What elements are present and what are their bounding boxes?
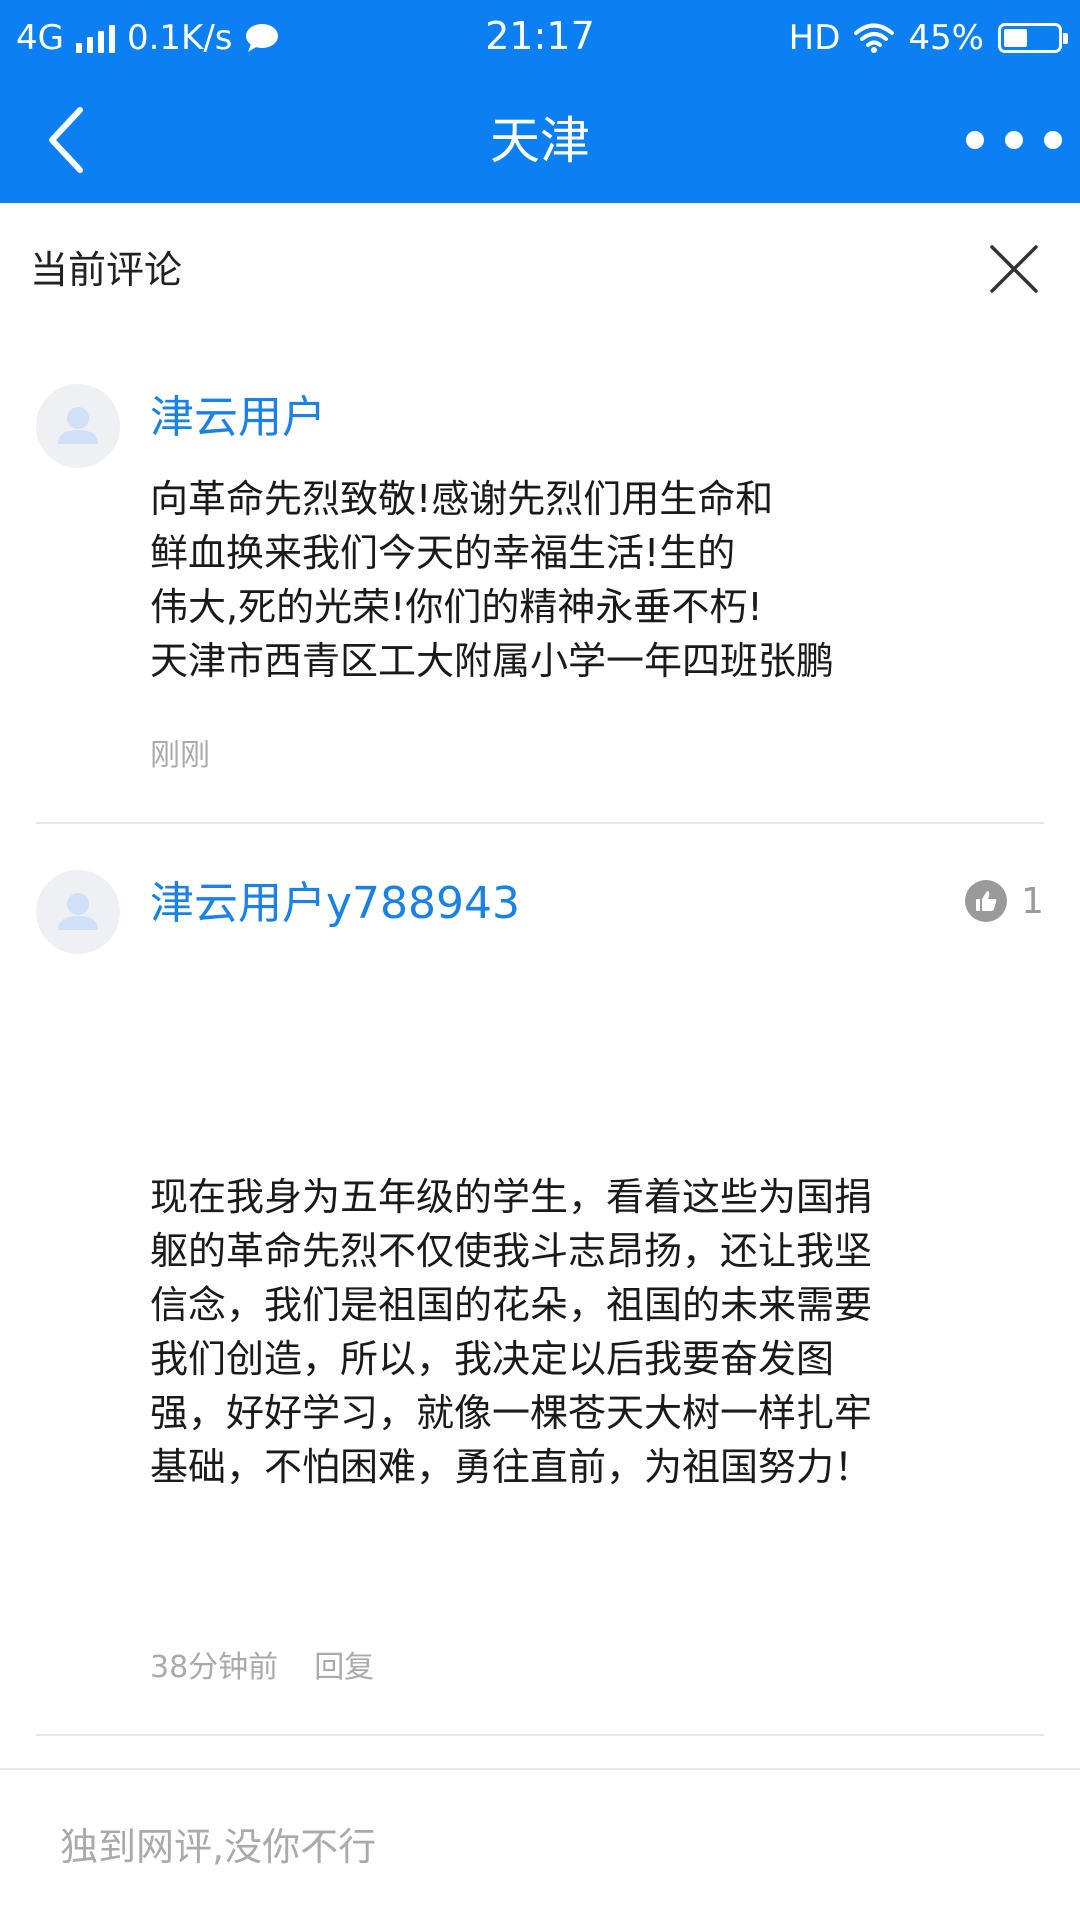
- comment-line: 天津市西青区工大附属小学一年四班张鹏: [150, 639, 835, 683]
- comment-username[interactable]: 津云用户: [150, 388, 326, 448]
- status-right: HD 45%: [788, 14, 1068, 62]
- comment-line: 现在我身为五年级的学生，看着这些为国捐: [150, 1175, 873, 1219]
- battery-percent: 45%: [908, 18, 984, 58]
- close-icon[interactable]: [988, 243, 1040, 295]
- avatar[interactable]: [36, 384, 120, 468]
- section-header: 当前评论: [0, 203, 1080, 333]
- battery-icon: [998, 23, 1068, 53]
- comment-time: 刚刚: [150, 738, 210, 773]
- section-title: 当前评论: [30, 248, 183, 292]
- reply-link[interactable]: 回复: [314, 1648, 374, 1688]
- wifi-icon: [854, 23, 895, 53]
- comment-meta: 38分钟前 回复: [150, 1648, 374, 1688]
- comment-meta: 刚刚: [150, 736, 210, 776]
- comment-line: 鲜血换来我们今天的幸福生活!生的: [150, 531, 736, 575]
- comment-username[interactable]: 津云用户y788943: [150, 874, 520, 934]
- comment-input[interactable]: 独到网评,没你不行: [60, 1822, 376, 1872]
- status-bar: 4G 0.1K/s 21:17 HD 45%: [0, 0, 1080, 80]
- comment-line: 伟大,死的光荣!你们的精神永垂不朽!: [150, 585, 763, 629]
- top-bar: 4G 0.1K/s 21:17 HD 45% 天津: [0, 0, 1080, 203]
- nav-bar: 天津: [0, 80, 1080, 203]
- divider: [36, 1734, 1044, 1736]
- comment-content: 向革命先烈致敬!感谢先烈们用生命和 鲜血换来我们今天的幸福生活!生的 伟大,死的…: [150, 472, 1010, 688]
- comment-input-bar: 独到网评,没你不行: [0, 1768, 1080, 1922]
- comment-line: 信念，我们是祖国的花朵，祖国的未来需要: [150, 1283, 873, 1327]
- comment-time: 38分钟前: [150, 1650, 279, 1685]
- comment-line: 基础，不怕困难，勇往直前，为祖国努力！: [150, 1445, 873, 1489]
- battery-level: [1004, 29, 1028, 47]
- page-title: 天津: [490, 112, 590, 170]
- thumbs-up-icon: [965, 880, 1008, 922]
- divider: [36, 822, 1044, 824]
- comment-content: 现在我身为五年级的学生，看着这些为国捐 躯的革命先烈不仅使我斗志昂扬，还让我坚 …: [150, 1170, 1010, 1494]
- comment-line: 我们创造，所以，我决定以后我要奋发图: [150, 1337, 835, 1381]
- more-dots-icon[interactable]: [966, 110, 1062, 170]
- like-button[interactable]: 1: [965, 880, 1044, 922]
- user-avatar-icon: [58, 893, 98, 930]
- comment-line: 躯的革命先烈不仅使我斗志昂扬，还让我坚: [150, 1229, 873, 1273]
- comment-line: 强，好好学习，就像一棵苍天大树一样扎牢: [150, 1391, 873, 1435]
- user-avatar-icon: [58, 407, 98, 444]
- comment-line: 向革命先烈致敬!感谢先烈们用生命和: [150, 477, 774, 521]
- hd-label: HD: [788, 18, 841, 58]
- like-count: 1: [1021, 880, 1044, 922]
- avatar[interactable]: [36, 870, 120, 954]
